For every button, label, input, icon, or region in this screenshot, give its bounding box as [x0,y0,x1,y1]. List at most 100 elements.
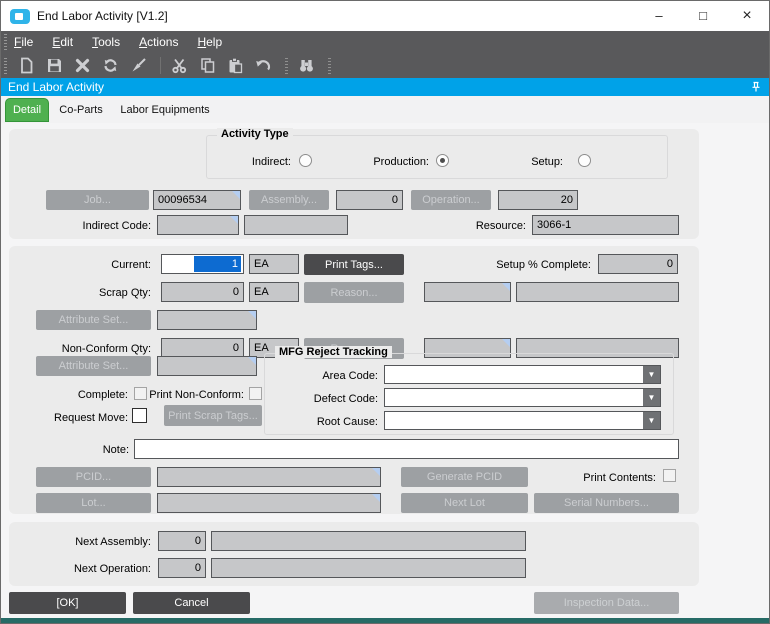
setup-pct-label: Setup % Complete: [496,259,591,271]
root-cause-dropdown[interactable]: ▼ [384,411,661,430]
caption-bar: End Labor Activity [1,78,769,96]
title-bar: End Labor Activity [V1.2] – □ × [1,1,769,31]
setup-radio-label: Setup: [531,156,563,168]
nonconform-qty-field: 0 [161,338,244,358]
menu-actions[interactable]: Actions [139,35,178,49]
cut-icon[interactable] [167,55,192,77]
scrap-qty-label: Scrap Qty: [99,287,151,299]
defect-code-dropdown[interactable]: ▼ [384,388,661,407]
lot-field [157,493,381,513]
next-lot-button: Next Lot [401,493,528,513]
new-icon[interactable] [14,55,39,77]
area-code-dropdown[interactable]: ▼ [384,365,661,384]
save-icon[interactable] [42,55,67,77]
job-number-field: 00096534 [153,190,241,210]
next-operation-field: 0 [158,558,206,578]
close-button[interactable]: × [725,1,769,31]
window-controls: – □ × [637,1,769,31]
pcid-button: PCID... [36,467,151,487]
request-move-checkbox[interactable] [132,408,147,423]
area-code-label: Area Code: [322,370,378,382]
current-uom-field: EA [249,254,299,274]
print-contents-checkbox [663,469,676,482]
note-label: Note: [102,444,129,456]
next-operation-label: Next Operation: [73,563,151,575]
pcid-field [157,467,381,487]
pin-icon[interactable] [750,81,762,93]
chevron-down-icon[interactable]: ▼ [643,389,660,406]
copy-icon[interactable] [195,55,220,77]
next-operation-desc-field [211,558,526,578]
indirect-radio-label: Indirect: [251,156,291,168]
attribute-set2-button: Attribute Set... [36,356,151,376]
undo-icon[interactable] [251,55,276,77]
delete-icon[interactable] [70,55,95,77]
toolbar-separator [160,57,161,74]
paste-icon[interactable] [223,55,248,77]
tab-co-parts[interactable]: Co-Parts [56,98,106,122]
resource-label: Resource: [475,220,526,232]
next-assembly-desc-field [211,531,526,551]
current-qty-input[interactable]: 1 [161,254,244,274]
maximize-button[interactable]: □ [681,1,725,31]
menu-tools[interactable]: Tools [92,35,120,49]
operation-field: 20 [498,190,578,210]
tab-labor-equipments[interactable]: Labor Equipments [111,98,219,122]
production-radio[interactable] [436,154,449,167]
chevron-down-icon[interactable]: ▼ [643,366,660,383]
print-tags-button[interactable]: Print Tags... [304,254,404,275]
resource-field: 3066-1 [532,215,679,235]
note-input[interactable] [134,439,679,459]
indirect-code-label: Indirect Code: [82,220,151,232]
operation-button: Operation... [411,190,491,210]
scrap-reason-code-field [424,282,511,302]
find-binoculars-icon[interactable] [294,55,319,77]
root-cause-label: Root Cause: [316,416,378,428]
setup-radio[interactable] [578,154,591,167]
cancel-button[interactable]: Cancel [133,592,250,614]
defect-code-value [385,393,388,405]
next-assembly-field: 0 [158,531,206,551]
scrap-uom-field: EA [249,282,299,302]
refresh-icon[interactable] [98,55,123,77]
print-scrap-tags-button: Print Scrap Tags... [164,405,262,426]
serial-numbers-button: Serial Numbers... [534,493,679,513]
inspection-data-button: Inspection Data... [534,592,679,614]
ok-button[interactable]: [OK] [9,592,126,614]
menu-file[interactable]: File [14,35,33,49]
mfg-reject-legend: MFG Reject Tracking [275,346,392,358]
bottom-edge-strip [1,618,769,623]
clear-broom-icon[interactable] [126,55,151,77]
current-label: Current: [111,259,151,271]
root-cause-value [385,416,388,428]
attribute-set2-field [157,356,257,376]
production-radio-label: Production: [373,156,429,168]
caption-title: End Labor Activity [8,80,105,94]
indirect-code-field [157,215,239,235]
tab-strip: Detail Co-Parts Labor Equipments [1,96,769,123]
print-contents-label: Print Contents: [583,472,656,484]
toolbar-grip-handle[interactable] [4,57,7,74]
attribute-set-button: Attribute Set... [36,310,151,330]
toolbar-grip-handle[interactable] [285,57,288,74]
request-move-label: Request Move: [54,412,128,424]
indirect-radio[interactable] [299,154,312,167]
complete-label: Complete: [77,389,128,401]
lot-button: Lot... [36,493,151,513]
assembly-button: Assembly... [249,190,329,210]
setup-pct-field: 0 [598,254,678,274]
menu-edit[interactable]: Edit [52,35,73,49]
tab-detail[interactable]: Detail [5,98,49,122]
area-code-value [385,370,388,382]
menu-help[interactable]: Help [197,35,222,49]
toolbar-grip-handle[interactable] [328,57,331,74]
current-qty-selection: 1 [193,256,241,272]
attribute-set-field [157,310,257,330]
scrap-reason-desc-field [516,282,679,302]
scrap-qty-field: 0 [161,282,244,302]
menu-grip-handle[interactable] [4,34,7,50]
job-button: Job... [46,190,149,210]
chevron-down-icon[interactable]: ▼ [643,412,660,429]
minimize-button[interactable]: – [637,1,681,31]
app-icon [10,8,30,24]
